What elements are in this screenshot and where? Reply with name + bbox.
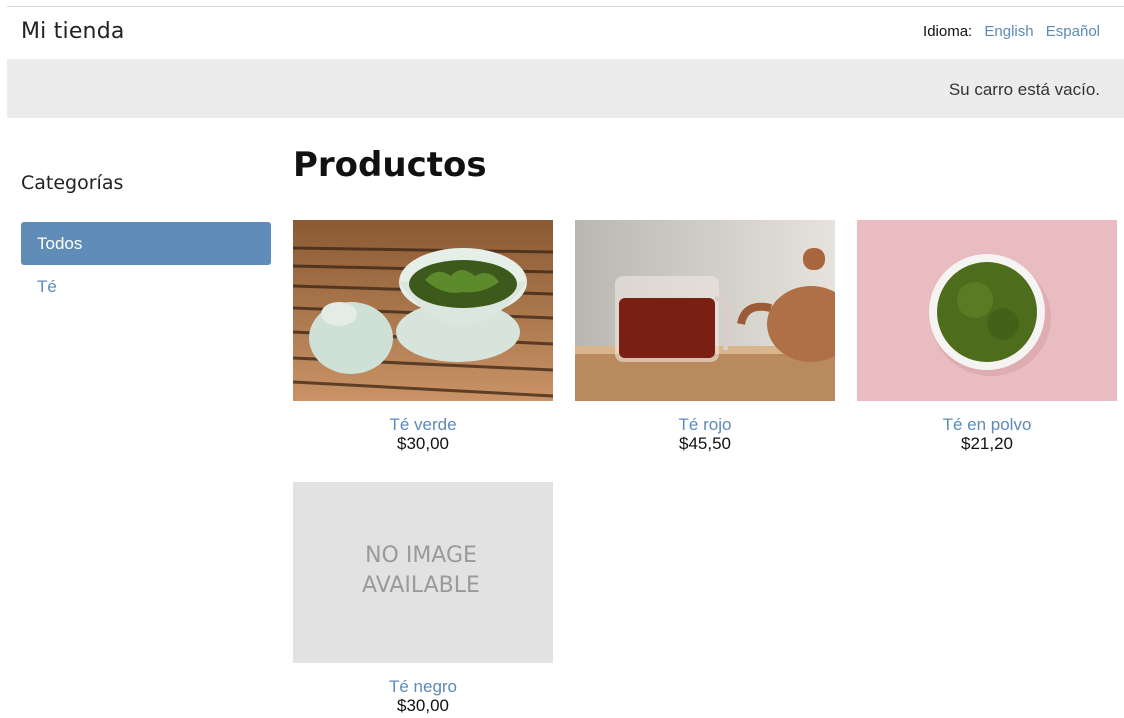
product-catalog: Productos Té verde $30,00 Té rojo $45,50… [293,140,1123,715]
site-title[interactable]: Mi tienda [21,19,125,44]
site-header: Mi tienda Idioma: English Español [0,7,1124,59]
language-spanish-link[interactable]: Español [1046,23,1100,40]
sidebar-item-todos[interactable]: Todos [21,222,271,265]
product-name-link[interactable]: Té negro [293,677,553,696]
language-english-link[interactable]: English [984,23,1033,40]
category-sidebar: Categorías Todos Té [21,172,271,308]
sidebar-item-te[interactable]: Té [21,265,271,308]
product-price: $30,00 [397,434,449,453]
matcha-powder-image[interactable] [857,220,1117,401]
product-price: $21,20 [961,434,1013,453]
red-tea-image[interactable] [575,220,835,401]
green-tea-image[interactable] [293,220,553,401]
placeholder-line-1: NO IMAGE [365,543,477,568]
sidebar-title: Categorías [21,172,124,194]
cart-bar: Su carro está vacío. [7,59,1124,118]
no-image-placeholder[interactable]: NO IMAGE AVAILABLE [293,482,553,663]
product-card: NO IMAGE AVAILABLE Té negro $30,00 [293,482,553,715]
language-switcher: Idioma: English Español [923,23,1100,40]
product-name-link[interactable]: Té rojo [575,415,835,434]
product-name-link[interactable]: Té verde [293,415,553,434]
product-card: Té en polvo $21,20 [857,220,1117,453]
product-price: $45,50 [679,434,731,453]
product-name-link[interactable]: Té en polvo [857,415,1117,434]
product-price: $30,00 [397,696,449,715]
product-card: Té verde $30,00 [293,220,553,453]
language-label: Idioma: [923,23,973,40]
cart-status: Su carro está vacío. [948,80,1100,99]
placeholder-line-2: AVAILABLE [362,573,480,598]
page-title: Productos [293,145,487,185]
product-card: Té rojo $45,50 [575,220,835,453]
